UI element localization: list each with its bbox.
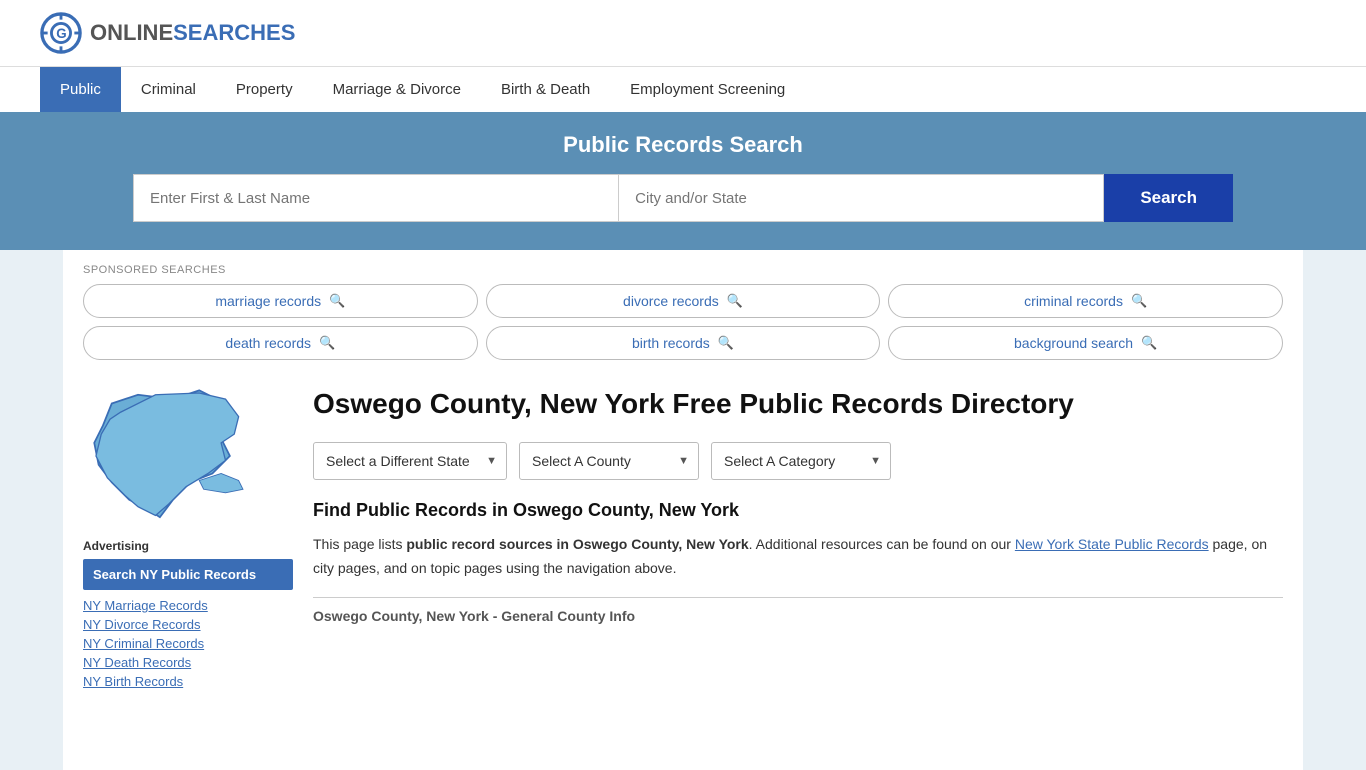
logo-icon: G	[40, 12, 82, 54]
county-select-wrapper: Select A County	[519, 442, 699, 480]
page-title: Oswego County, New York Free Public Reco…	[313, 386, 1283, 422]
sponsored-link-background[interactable]: background search 🔍	[888, 326, 1283, 360]
search-icon: 🔍	[319, 335, 335, 351]
desc-part1: This page lists	[313, 536, 406, 552]
county-select[interactable]: Select A County	[519, 442, 699, 480]
sponsored-link-marriage-text: marriage records	[215, 293, 321, 309]
sidebar-ad-box[interactable]: Search NY Public Records	[83, 559, 293, 590]
sponsored-link-criminal[interactable]: criminal records 🔍	[888, 284, 1283, 318]
logo-online: ONLINE	[90, 20, 173, 45]
county-info-header: Oswego County, New York - General County…	[313, 597, 1283, 624]
sponsored-link-birth[interactable]: birth records 🔍	[486, 326, 881, 360]
location-input[interactable]	[618, 174, 1104, 222]
search-icon: 🔍	[727, 293, 743, 309]
search-button[interactable]: Search	[1104, 174, 1233, 222]
svg-text:G: G	[56, 26, 66, 41]
sidebar-link-criminal[interactable]: NY Criminal Records	[83, 636, 293, 651]
search-icon: 🔍	[1141, 335, 1157, 351]
sponsored-section: SPONSORED SEARCHES marriage records 🔍 di…	[63, 250, 1303, 370]
search-icon: 🔍	[329, 293, 345, 309]
search-icon: 🔍	[718, 335, 734, 351]
nav-item-employment-screening[interactable]: Employment Screening	[610, 67, 805, 112]
main-content: Oswego County, New York Free Public Reco…	[313, 386, 1283, 754]
main-navigation: Public Criminal Property Marriage & Divo…	[0, 66, 1366, 112]
nav-item-marriage-divorce[interactable]: Marriage & Divorce	[313, 67, 481, 112]
logo-searches: SEARCHES	[173, 20, 295, 45]
nav-item-criminal[interactable]: Criminal	[121, 67, 216, 112]
top-header: G ONLINESEARCHES	[0, 0, 1366, 66]
sponsored-link-marriage[interactable]: marriage records 🔍	[83, 284, 478, 318]
sidebar-link-death[interactable]: NY Death Records	[83, 655, 293, 670]
content-wrapper: SPONSORED SEARCHES marriage records 🔍 di…	[63, 250, 1303, 770]
sidebar: Advertising Search NY Public Records NY …	[83, 386, 293, 754]
sponsored-link-criminal-text: criminal records	[1024, 293, 1123, 309]
nav-item-public[interactable]: Public	[40, 67, 121, 112]
sponsored-link-background-text: background search	[1014, 335, 1133, 351]
description-text: This page lists public record sources in…	[313, 533, 1283, 581]
section-heading: Find Public Records in Oswego County, Ne…	[313, 500, 1283, 521]
sponsored-link-birth-text: birth records	[632, 335, 710, 351]
sponsored-link-death[interactable]: death records 🔍	[83, 326, 478, 360]
sponsored-label: SPONSORED SEARCHES	[83, 264, 1283, 276]
sponsored-link-divorce-text: divorce records	[623, 293, 719, 309]
nav-item-birth-death[interactable]: Birth & Death	[481, 67, 610, 112]
logo-area: G ONLINESEARCHES	[40, 12, 295, 54]
nav-item-property[interactable]: Property	[216, 67, 313, 112]
sponsored-links: marriage records 🔍 divorce records 🔍 cri…	[83, 284, 1283, 360]
state-select-wrapper: Select a Different State	[313, 442, 507, 480]
sidebar-links: NY Marriage Records NY Divorce Records N…	[83, 598, 293, 689]
search-banner: Public Records Search Search	[0, 112, 1366, 250]
desc-bold: public record sources in Oswego County, …	[406, 536, 748, 552]
state-map-icon	[83, 386, 263, 526]
logo-text: ONLINESEARCHES	[90, 20, 295, 46]
sidebar-advertising-label: Advertising	[83, 539, 293, 553]
search-form: Search	[133, 174, 1233, 222]
dropdowns-row: Select a Different State Select A County…	[313, 442, 1283, 480]
desc-part2: . Additional resources can be found on o…	[749, 536, 1015, 552]
sponsored-link-divorce[interactable]: divorce records 🔍	[486, 284, 881, 318]
sidebar-link-divorce[interactable]: NY Divorce Records	[83, 617, 293, 632]
search-banner-title: Public Records Search	[40, 132, 1326, 158]
category-select-wrapper: Select A Category	[711, 442, 891, 480]
main-body: Advertising Search NY Public Records NY …	[63, 370, 1303, 770]
desc-link[interactable]: New York State Public Records	[1015, 536, 1209, 552]
sidebar-link-birth[interactable]: NY Birth Records	[83, 674, 293, 689]
category-select[interactable]: Select A Category	[711, 442, 891, 480]
name-input[interactable]	[133, 174, 618, 222]
sponsored-link-death-text: death records	[225, 335, 311, 351]
search-icon: 🔍	[1131, 293, 1147, 309]
state-select[interactable]: Select a Different State	[313, 442, 507, 480]
sidebar-link-marriage[interactable]: NY Marriage Records	[83, 598, 293, 613]
